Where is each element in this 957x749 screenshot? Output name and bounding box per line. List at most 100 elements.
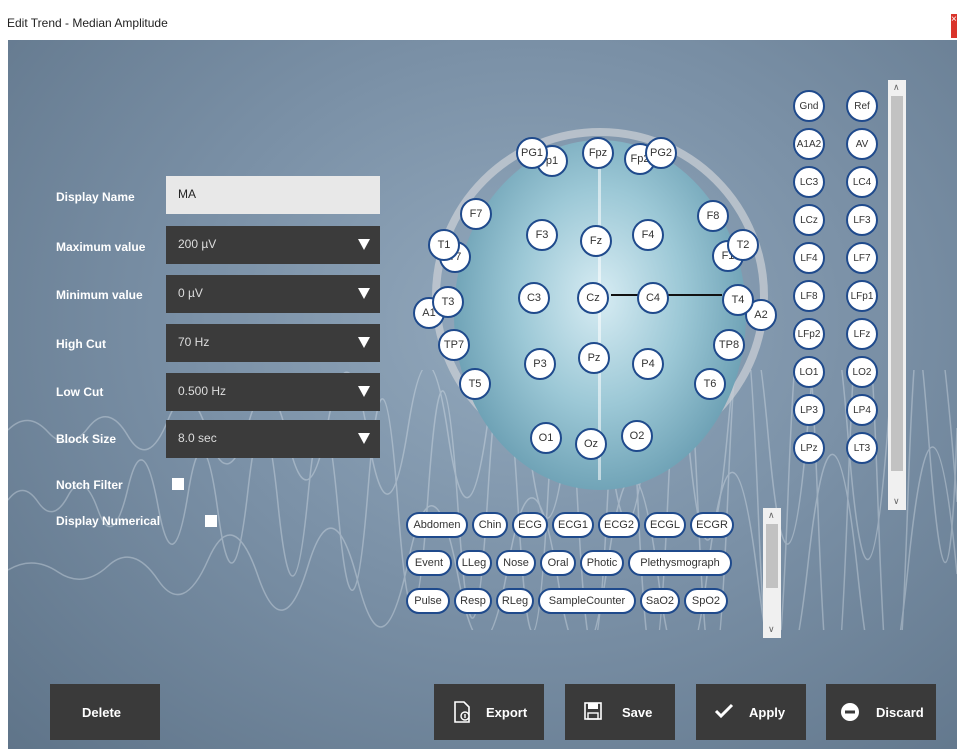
electrode-t1[interactable]: T1 (428, 229, 460, 261)
scroll-thumb[interactable] (891, 96, 903, 471)
electrode-label: Fz (589, 235, 603, 247)
electrode-o2[interactable]: O2 (621, 420, 653, 452)
electrode-f7[interactable]: F7 (460, 198, 492, 230)
aux-channel-label: Nose (503, 557, 529, 569)
aux-channel-sao2[interactable]: SaO2 (640, 588, 680, 614)
delete-button[interactable]: Delete (50, 684, 160, 740)
reference-channel-lfp2[interactable]: LFp2 (793, 318, 825, 350)
electrode-f3[interactable]: F3 (526, 219, 558, 251)
reference-channel-lf8[interactable]: LF8 (793, 280, 825, 312)
electrode-p4[interactable]: P4 (632, 348, 664, 380)
aux-channel-chin[interactable]: Chin (472, 512, 508, 538)
reference-channel-gnd[interactable]: Gnd (793, 90, 825, 122)
electrode-t6[interactable]: T6 (694, 368, 726, 400)
electrode-label: T2 (736, 239, 750, 251)
electrode-label: F7 (469, 208, 483, 220)
aux-channel-ecg[interactable]: ECG (512, 512, 548, 538)
electrode-t3[interactable]: T3 (432, 286, 464, 318)
reference-channel-lfz[interactable]: LFz (846, 318, 878, 350)
scroll-up-icon[interactable]: ∧ (893, 82, 900, 93)
electrode-label: TP8 (718, 339, 740, 351)
reference-channel-lo1[interactable]: LO1 (793, 356, 825, 388)
aux-channel-oral[interactable]: Oral (540, 550, 576, 576)
aux-channel-nose[interactable]: Nose (496, 550, 536, 576)
aux-channel-label: Photic (586, 557, 618, 569)
aux-channel-photic[interactable]: Photic (580, 550, 624, 576)
scroll-thumb[interactable] (766, 524, 778, 588)
save-button[interactable]: Save (565, 684, 675, 740)
electrode-o1[interactable]: O1 (530, 422, 562, 454)
reference-channel-lf4[interactable]: LF4 (793, 242, 825, 274)
discard-button[interactable]: Discard (826, 684, 936, 740)
reference-channel-lcz[interactable]: LCz (793, 204, 825, 236)
electrode-c3[interactable]: C3 (518, 282, 550, 314)
reference-channel-label: LP4 (853, 404, 871, 416)
electrode-label: O1 (538, 432, 554, 444)
electrode-t2[interactable]: T2 (727, 229, 759, 261)
aux-channel-label: Abdomen (413, 519, 461, 531)
aux-channel-pulse[interactable]: Pulse (406, 588, 450, 614)
reference-channel-lc4[interactable]: LC4 (846, 166, 878, 198)
electrode-cz[interactable]: Cz (577, 282, 609, 314)
electrode-pg2[interactable]: PG2 (645, 137, 677, 169)
electrode-label: PG2 (649, 147, 672, 159)
electrode-label: F3 (535, 229, 549, 241)
reference-channel-a1a2[interactable]: A1A2 (793, 128, 825, 160)
aux-channel-label: Event (414, 557, 444, 569)
aux-channel-spo2[interactable]: SpO2 (684, 588, 728, 614)
electrode-fz[interactable]: Fz (580, 225, 612, 257)
reference-channel-label: LF7 (853, 252, 871, 264)
aux-channel-event[interactable]: Event (406, 550, 452, 576)
reference-channel-label: Ref (854, 100, 870, 112)
electrode-fpz[interactable]: Fpz (582, 137, 614, 169)
electrode-label: Cz (586, 292, 600, 304)
reference-channel-lp3[interactable]: LP3 (793, 394, 825, 426)
reference-channel-lp4[interactable]: LP4 (846, 394, 878, 426)
reference-channel-ref[interactable]: Ref (846, 90, 878, 122)
reference-channel-lfp1[interactable]: LFp1 (846, 280, 878, 312)
scroll-down-icon[interactable]: ∨ (768, 624, 775, 635)
electrode-label: T6 (703, 378, 717, 390)
electrode-tp7[interactable]: TP7 (438, 329, 470, 361)
reference-channel-lo2[interactable]: LO2 (846, 356, 878, 388)
aux-channel-label: ECG2 (604, 519, 634, 531)
electrode-t5[interactable]: T5 (459, 368, 491, 400)
apply-button[interactable]: Apply (696, 684, 806, 740)
electrode-pg1[interactable]: PG1 (516, 137, 548, 169)
electrode-t4[interactable]: T4 (722, 284, 754, 316)
reference-channel-lpz[interactable]: LPz (793, 432, 825, 464)
electrode-tp8[interactable]: TP8 (713, 329, 745, 361)
electrode-c4[interactable]: C4 (637, 282, 669, 314)
aux-channel-plethysmograph[interactable]: Plethysmograph (628, 550, 732, 576)
electrode-f4[interactable]: F4 (632, 219, 664, 251)
reference-channel-lt3[interactable]: LT3 (846, 432, 878, 464)
electrode-oz[interactable]: Oz (575, 428, 607, 460)
electrode-label: C4 (645, 292, 661, 304)
reference-channel-lc3[interactable]: LC3 (793, 166, 825, 198)
aux-channel-ecgl[interactable]: ECGL (644, 512, 686, 538)
scroll-down-icon[interactable]: ∨ (893, 496, 900, 507)
aux-channel-ecg1[interactable]: ECG1 (552, 512, 594, 538)
export-icon (454, 701, 470, 723)
electrode-label: T5 (468, 378, 482, 390)
scroll-up-icon[interactable]: ∧ (768, 510, 775, 521)
aux-channel-resp[interactable]: Resp (454, 588, 492, 614)
aux-channel-abdomen[interactable]: Abdomen (406, 512, 468, 538)
electrode-p3[interactable]: P3 (524, 348, 556, 380)
reference-channel-lf7[interactable]: LF7 (846, 242, 878, 274)
reference-channel-av[interactable]: AV (846, 128, 878, 160)
reference-list-scrollbar[interactable]: ∧ ∨ (888, 80, 906, 510)
aux-list-scrollbar[interactable]: ∧ ∨ (763, 508, 781, 638)
reference-channel-lf3[interactable]: LF3 (846, 204, 878, 236)
aux-channel-ecg2[interactable]: ECG2 (598, 512, 640, 538)
close-icon: × (951, 14, 957, 25)
aux-channel-ecgr[interactable]: ECGR (690, 512, 734, 538)
electrode-f8[interactable]: F8 (697, 200, 729, 232)
export-button[interactable]: Export (434, 684, 544, 740)
aux-channel-samplecounter[interactable]: SampleCounter (538, 588, 636, 614)
aux-channel-lleg[interactable]: LLeg (456, 550, 492, 576)
electrode-pz[interactable]: Pz (578, 342, 610, 374)
reference-channel-label: LF3 (853, 214, 871, 226)
aux-channel-rleg[interactable]: RLeg (496, 588, 534, 614)
close-button[interactable]: × (951, 14, 957, 38)
